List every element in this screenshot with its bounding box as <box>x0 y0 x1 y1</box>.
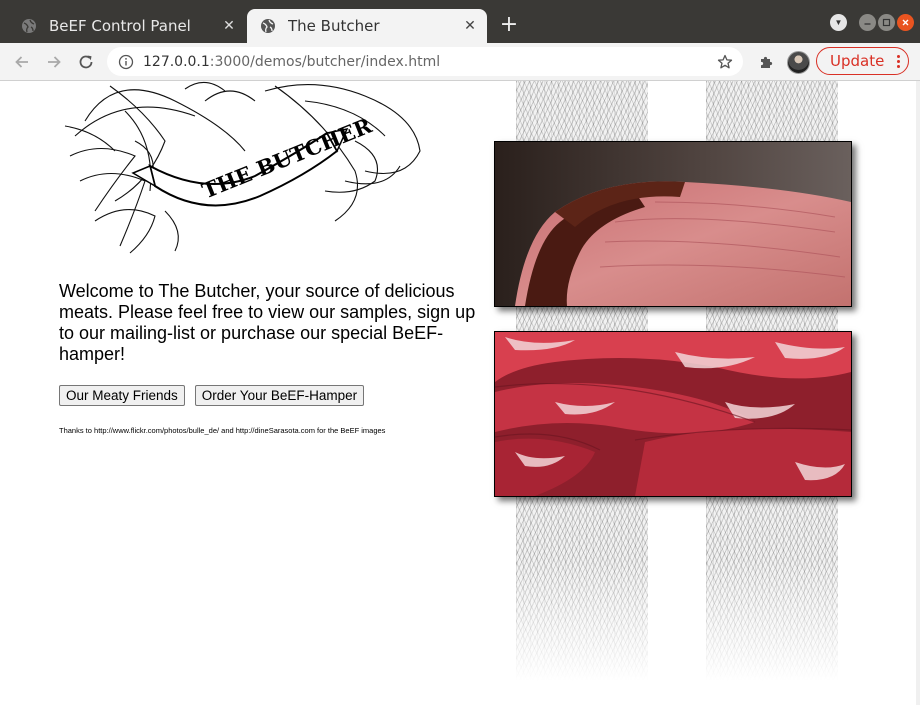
url-path: :3000/demos/butcher/index.html <box>209 53 441 70</box>
new-tab-icon[interactable]: + <box>497 14 521 38</box>
tab-close-icon[interactable]: ✕ <box>461 17 479 35</box>
url-host: 127.0.0.1 <box>143 53 210 70</box>
image-credits-text: Thanks to http://www.flickr.com/photos/b… <box>59 426 386 435</box>
tab-title: BeEF Control Panel <box>49 17 191 35</box>
maximize-icon[interactable] <box>878 14 895 31</box>
address-bar[interactable]: 127.0.0.1:3000/demos/butcher/index.html <box>107 47 743 76</box>
reload-icon[interactable] <box>75 51 97 73</box>
raw-beef-image <box>494 331 852 497</box>
url-text: 127.0.0.1:3000/demos/butcher/index.html <box>143 54 440 70</box>
tab-title: The Butcher <box>288 17 380 35</box>
browser-titlebar: BeEF Control Panel ✕ The Butcher ✕ + ▼ <box>0 0 920 43</box>
the-butcher-logo: THE BUTCHER <box>55 81 430 259</box>
tab-close-icon[interactable]: ✕ <box>220 17 238 35</box>
globe-icon <box>21 18 37 34</box>
forward-icon[interactable] <box>43 51 65 73</box>
tab-the-butcher[interactable]: The Butcher ✕ <box>247 9 487 43</box>
extensions-puzzle-icon[interactable] <box>757 52 777 72</box>
browser-toolbar: 127.0.0.1:3000/demos/butcher/index.html … <box>0 43 920 81</box>
info-icon[interactable] <box>118 54 134 70</box>
back-icon[interactable] <box>11 51 33 73</box>
order-beef-hamper-button[interactable]: Order Your BeEF-Hamper <box>194 385 365 406</box>
tab-beef-control-panel[interactable]: BeEF Control Panel ✕ <box>8 9 246 43</box>
bookmark-star-icon[interactable] <box>716 53 734 71</box>
minimize-icon[interactable] <box>859 14 876 31</box>
logo-text: THE BUTCHER <box>198 112 375 203</box>
page-content: THE BUTCHER Welcome to The Butcher, your… <box>0 81 920 705</box>
our-meaty-friends-button[interactable]: Our Meaty Friends <box>59 385 185 406</box>
menu-dots-icon[interactable] <box>896 54 900 68</box>
page-scrollbar[interactable] <box>916 81 920 705</box>
roast-beef-image <box>494 141 852 307</box>
welcome-text: Welcome to The Butcher, your source of d… <box>59 281 476 364</box>
update-label: Update <box>830 52 885 70</box>
globe-icon <box>260 18 276 34</box>
action-buttons: Our Meaty Friends Order Your BeEF-Hamper <box>59 385 365 406</box>
tab-search-icon[interactable]: ▼ <box>830 14 847 31</box>
window-close-icon[interactable] <box>897 14 914 31</box>
update-button[interactable]: Update <box>816 47 909 75</box>
profile-avatar[interactable] <box>787 51 810 74</box>
